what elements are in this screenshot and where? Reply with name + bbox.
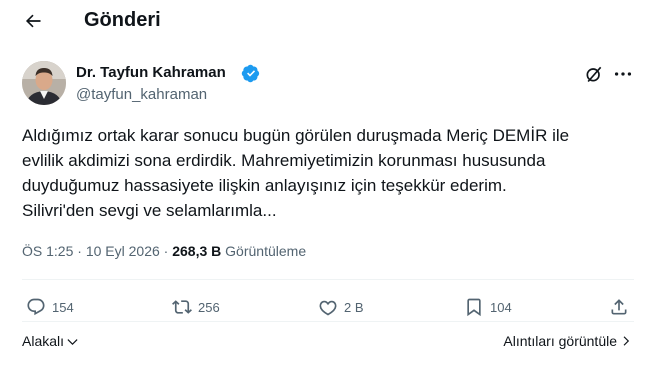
chevron-right-icon bbox=[623, 336, 630, 346]
tweet-text: Aldığımız ortak karar sonucu bugün görül… bbox=[22, 126, 570, 220]
views-count: 268,3 B bbox=[172, 243, 222, 259]
views-label: Görüntüleme bbox=[221, 243, 307, 259]
bookmark-count: 104 bbox=[490, 299, 512, 315]
avatar-photo bbox=[22, 61, 66, 105]
heart-icon bbox=[319, 300, 337, 316]
meta-separator: · bbox=[159, 243, 173, 259]
repost-icon bbox=[172, 300, 192, 314]
chevron-down-icon bbox=[67, 338, 78, 345]
tweet-time[interactable]: ÖS 1:25 bbox=[22, 243, 73, 259]
reply-button[interactable]: 154 bbox=[26, 296, 74, 318]
divider bbox=[22, 279, 634, 280]
quotes-label: Alıntıları görüntüle bbox=[503, 333, 617, 349]
reply-icon bbox=[27, 298, 45, 316]
more-icon[interactable] bbox=[612, 63, 634, 85]
sort-dropdown[interactable]: Alakalı bbox=[22, 333, 79, 349]
grok-icon[interactable] bbox=[584, 64, 604, 84]
tweet-metadata: ÖS 1:25 · 10 Eyl 2026 · 268,3 B Görüntül… bbox=[22, 243, 306, 259]
like-count: 2 B bbox=[344, 299, 364, 315]
repost-button[interactable]: 256 bbox=[172, 296, 220, 318]
divider bbox=[22, 321, 634, 322]
view-quotes-link[interactable]: Alıntıları görüntüle bbox=[503, 333, 632, 349]
repost-count: 256 bbox=[198, 299, 220, 315]
author-name[interactable]: Dr. Tayfun Kahraman bbox=[76, 64, 226, 81]
meta-separator: · bbox=[73, 243, 86, 259]
top-bar: Gönderi bbox=[0, 0, 650, 44]
page-title: Gönderi bbox=[84, 9, 161, 31]
sort-label: Alakalı bbox=[22, 333, 65, 349]
tweet-date[interactable]: 10 Eyl 2026 bbox=[86, 243, 160, 259]
like-button[interactable]: 2 B bbox=[318, 296, 364, 318]
author-handle[interactable]: @tayfun_kahraman bbox=[76, 86, 207, 103]
bookmark-button[interactable]: 104 bbox=[464, 296, 512, 318]
back-button[interactable] bbox=[20, 8, 46, 34]
arrow-left-icon bbox=[25, 14, 41, 28]
bookmark-icon bbox=[467, 298, 481, 317]
share-button[interactable] bbox=[609, 296, 629, 318]
share-icon bbox=[611, 299, 627, 315]
avatar[interactable] bbox=[22, 61, 66, 105]
verified-badge-icon bbox=[241, 64, 260, 83]
reply-count: 154 bbox=[52, 299, 74, 315]
